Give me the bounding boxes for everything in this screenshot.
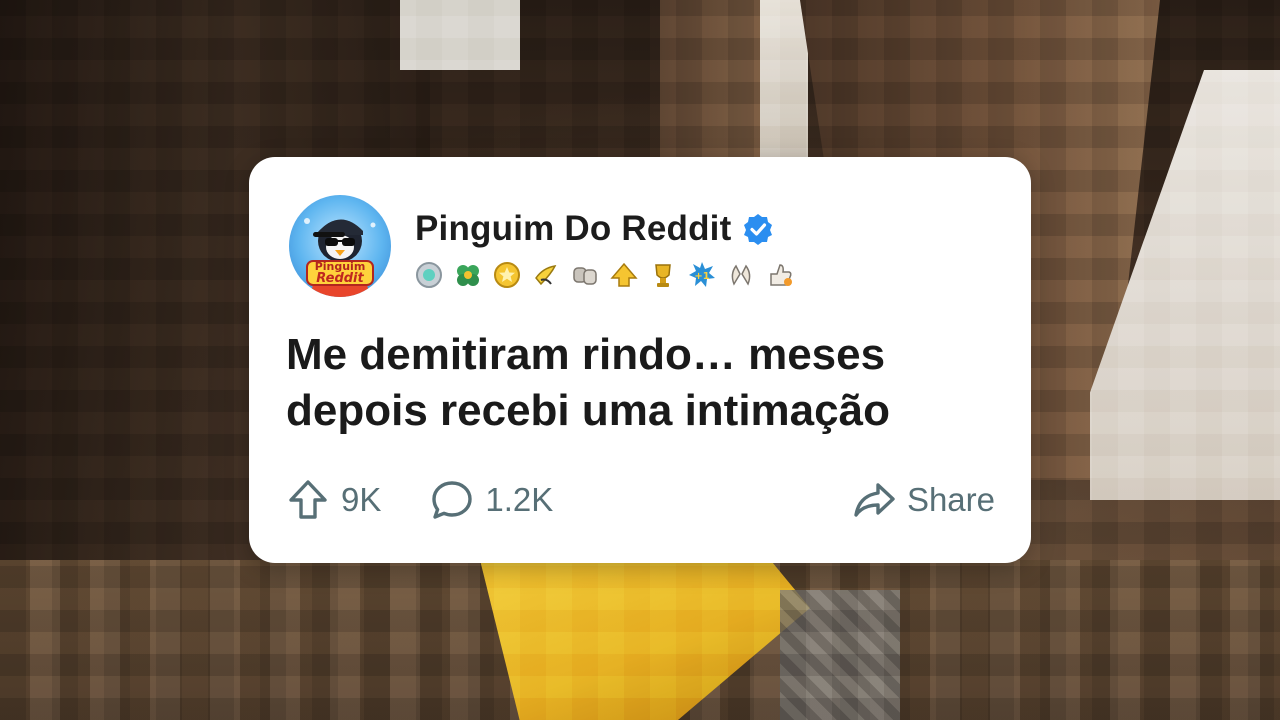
reddit-post-card: Pinguim Reddit Pinguim Do Reddit +1 Me d… (249, 157, 1031, 563)
author-name-row: Pinguim Do Reddit (415, 209, 775, 249)
upvote-arrow-icon (289, 480, 327, 519)
award-badges: +1 (414, 260, 795, 290)
comments-button[interactable]: 1.2K (429, 477, 553, 523)
clover-icon (457, 265, 479, 286)
verified-badge-icon (744, 214, 773, 245)
avatar[interactable]: Pinguim Reddit (289, 195, 391, 297)
share-button[interactable]: Share (851, 477, 995, 523)
post-title[interactable]: Me demitiram rindo… meses depois recebi … (286, 327, 1006, 439)
author-name[interactable]: Pinguim Do Reddit (415, 209, 731, 249)
comment-bubble-icon (432, 481, 473, 519)
post-actions-bar: 9K 1.2K Share (285, 475, 995, 525)
gold-star-icon (494, 262, 520, 288)
gold-arrow-icon (610, 262, 638, 287)
thumbs-up-icon (770, 264, 792, 286)
fist-bump-icon (573, 267, 597, 285)
comment-count: 1.2K (485, 481, 554, 518)
share-arrow-icon (854, 483, 895, 517)
banana-icon (535, 265, 557, 286)
plus-one-icon: +1 (689, 262, 715, 287)
silver-medal-icon (416, 262, 442, 288)
share-label: Share (906, 481, 995, 518)
upvote-button[interactable]: 9K (285, 477, 381, 523)
avatar-logo-text-bottom: Reddit (316, 271, 364, 286)
upvote-count: 9K (341, 481, 382, 518)
clapping-hands-icon (731, 264, 751, 286)
svg-text:+1: +1 (694, 271, 709, 282)
trophy-icon (655, 264, 671, 287)
